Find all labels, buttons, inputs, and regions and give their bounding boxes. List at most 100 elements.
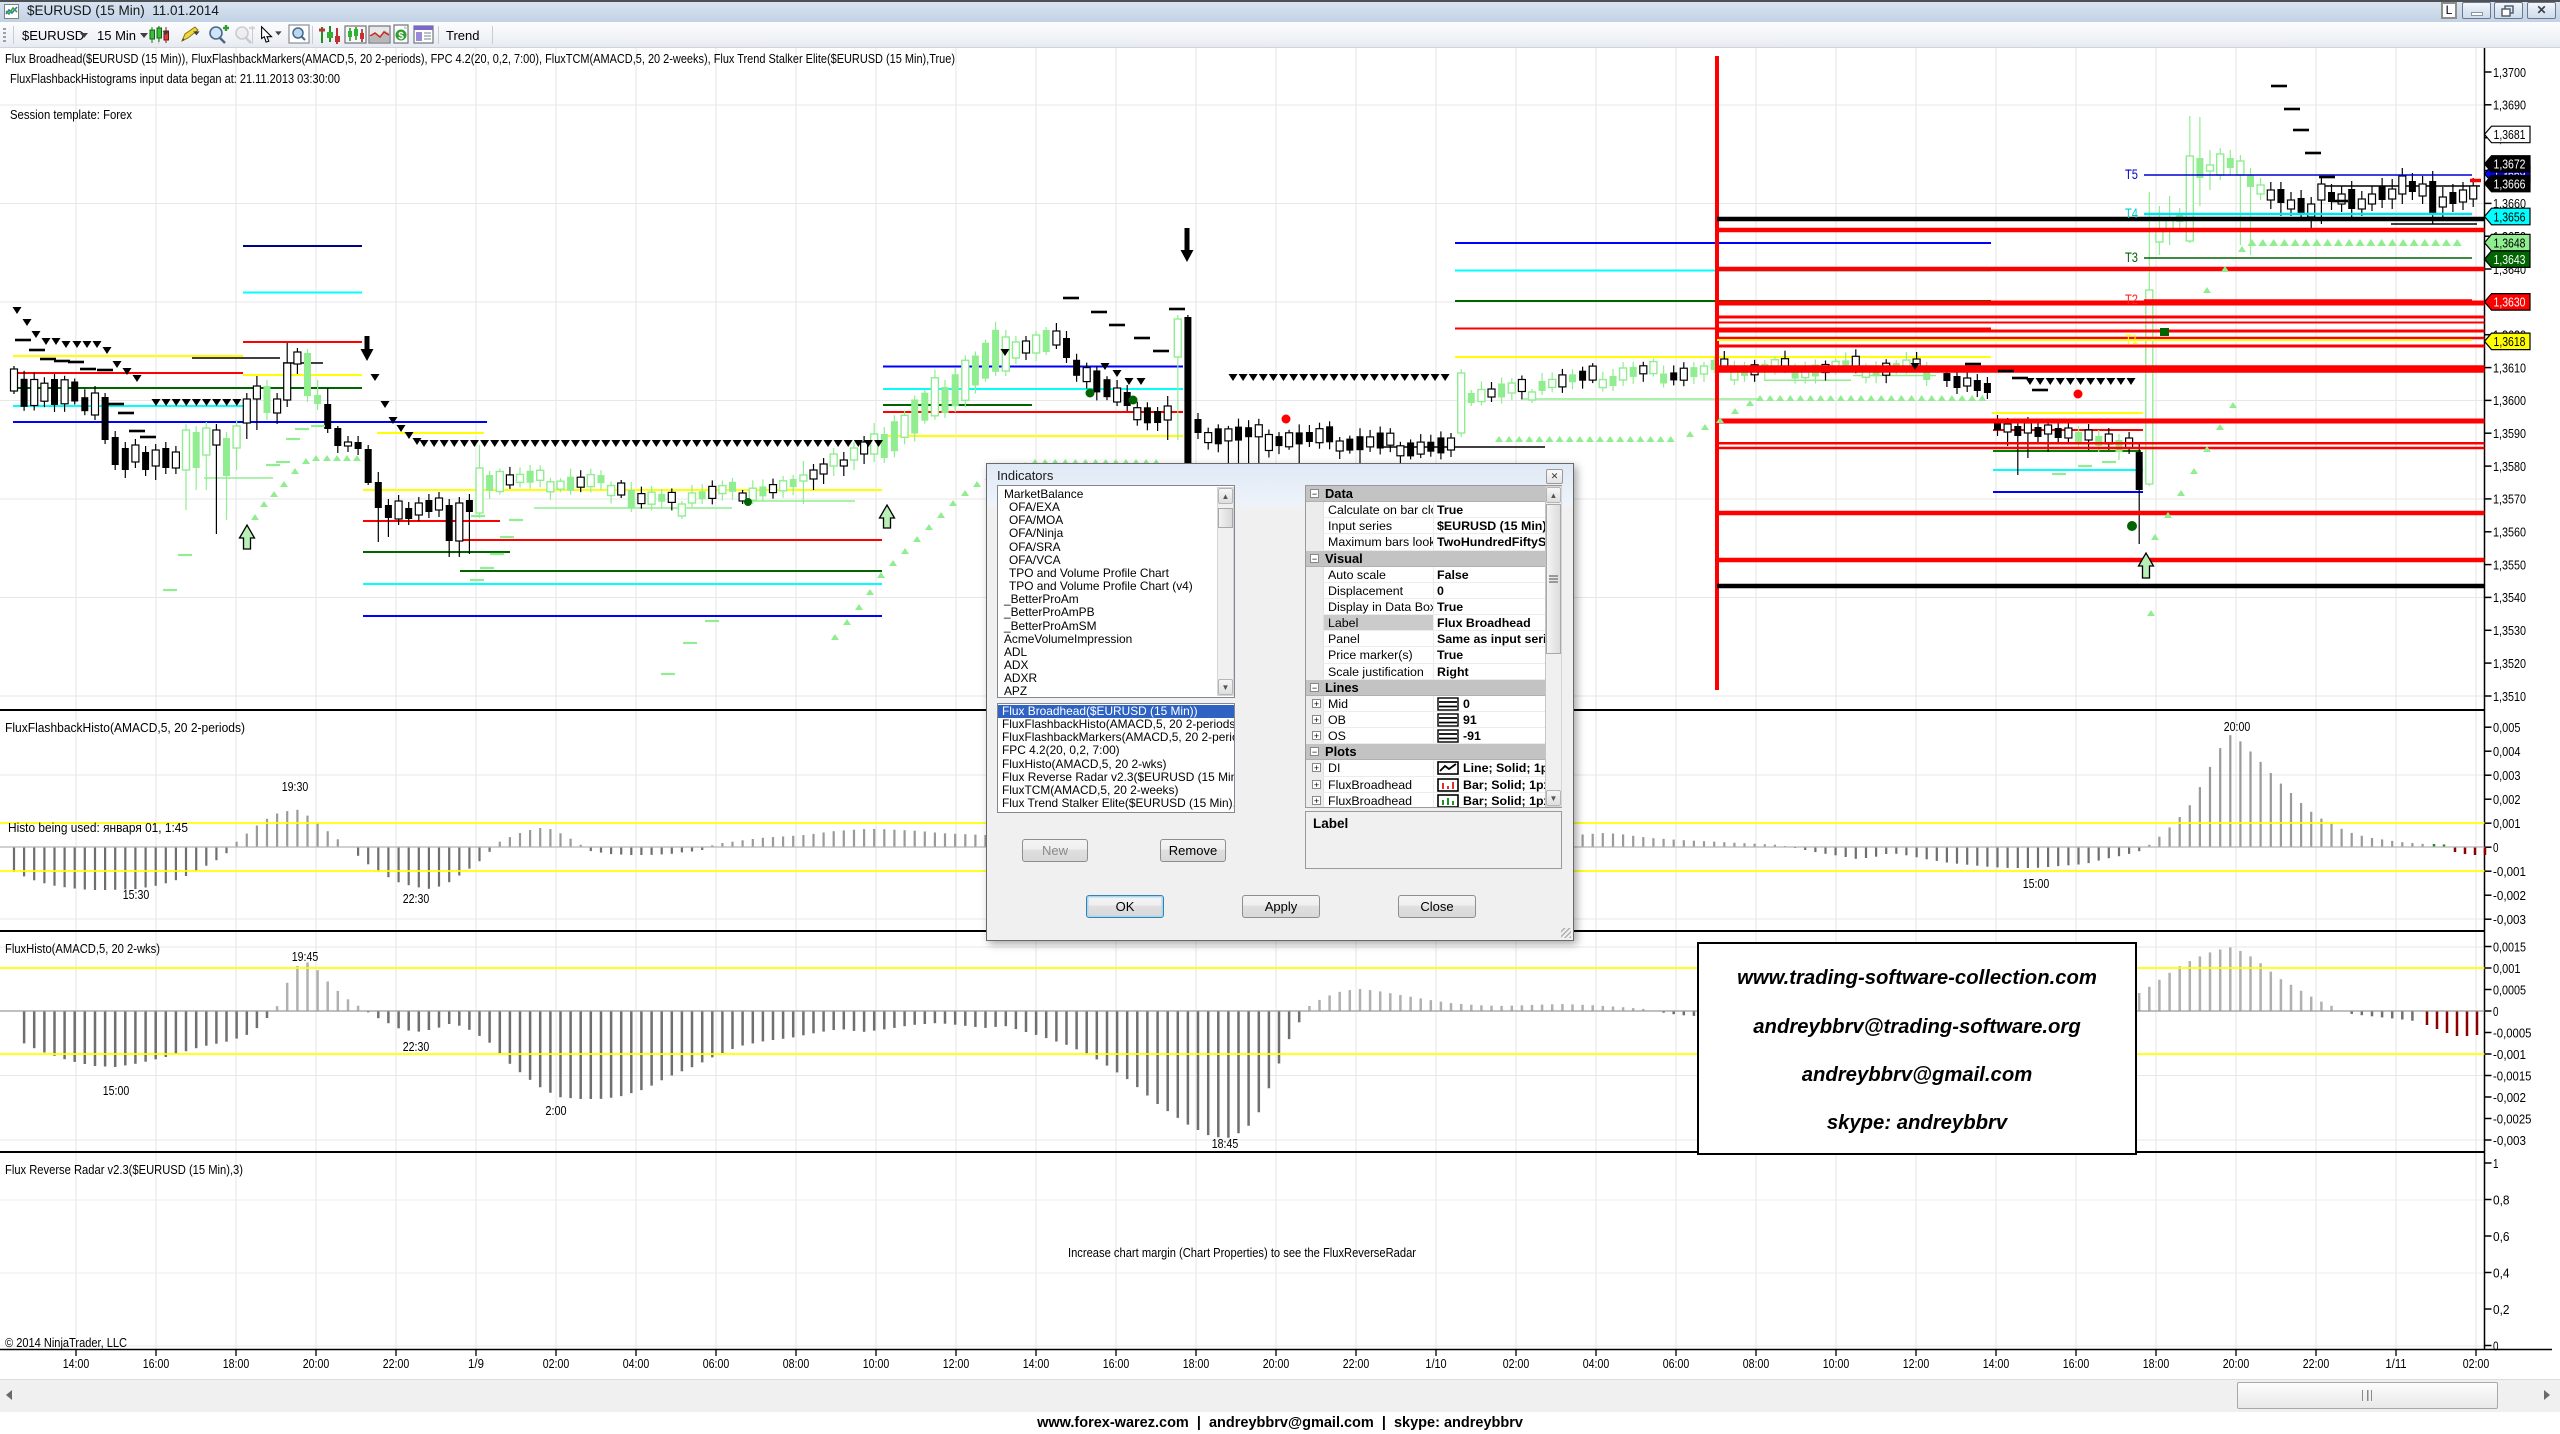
svg-text:14:00: 14:00 <box>1023 1356 1050 1371</box>
svg-text:22:00: 22:00 <box>1343 1356 1370 1371</box>
svg-text:18:00: 18:00 <box>1183 1356 1210 1371</box>
svg-text:-0,002: -0,002 <box>2493 888 2526 903</box>
svg-text:-0,0015: -0,0015 <box>2493 1068 2532 1083</box>
svg-text:1/11: 1/11 <box>2385 1356 2406 1371</box>
svg-text:0,002: 0,002 <box>2493 792 2521 807</box>
svg-text:-0,001: -0,001 <box>2493 864 2526 879</box>
svg-text:22:00: 22:00 <box>383 1356 410 1371</box>
svg-text:22:00: 22:00 <box>2303 1356 2330 1371</box>
svg-text:T4: T4 <box>2125 206 2138 221</box>
svg-text:1,3560: 1,3560 <box>2493 525 2526 540</box>
svg-text:T1: T1 <box>2125 332 2138 347</box>
svg-text:10:00: 10:00 <box>863 1356 890 1371</box>
svg-text:12:00: 12:00 <box>1903 1356 1930 1371</box>
svg-text:06:00: 06:00 <box>703 1356 730 1371</box>
svg-text:20:00: 20:00 <box>1263 1356 1290 1371</box>
svg-text:$: $ <box>398 31 404 42</box>
svg-text:02:00: 02:00 <box>543 1356 570 1371</box>
svg-text:1/10: 1/10 <box>1425 1356 1446 1371</box>
svg-text:FluxFlashbackHisto(AMACD,5, 20: FluxFlashbackHisto(AMACD,5, 20 2-periods… <box>5 720 245 735</box>
svg-text:02:00: 02:00 <box>1503 1356 1530 1371</box>
svg-text:10:00: 10:00 <box>1823 1356 1850 1371</box>
svg-text:15:00: 15:00 <box>103 1083 130 1098</box>
svg-text:-0,0005: -0,0005 <box>2493 1025 2532 1040</box>
svg-text:22:30: 22:30 <box>403 891 430 906</box>
svg-text:0,001: 0,001 <box>2493 961 2521 976</box>
svg-text:1,3540: 1,3540 <box>2493 590 2526 605</box>
svg-text:08:00: 08:00 <box>783 1356 810 1371</box>
svg-text:0,0015: 0,0015 <box>2493 939 2526 954</box>
svg-text:0: 0 <box>2493 1004 2499 1019</box>
svg-text:12:00: 12:00 <box>943 1356 970 1371</box>
svg-text:1,3681: 1,3681 <box>2494 127 2526 142</box>
svg-text:20:00: 20:00 <box>303 1356 330 1371</box>
svg-text:1,3510: 1,3510 <box>2493 689 2526 704</box>
svg-text:1,3600: 1,3600 <box>2493 393 2526 408</box>
svg-text:08:00: 08:00 <box>1743 1356 1770 1371</box>
svg-text:06:00: 06:00 <box>1663 1356 1690 1371</box>
svg-text:© 2014 NinjaTrader, LLC: © 2014 NinjaTrader, LLC <box>5 1335 127 1350</box>
svg-text:FluxHisto(AMACD,5, 20 2-wks): FluxHisto(AMACD,5, 20 2-wks) <box>5 941 160 956</box>
svg-text:1,3580: 1,3580 <box>2493 459 2526 474</box>
svg-text:-0,0025: -0,0025 <box>2493 1111 2532 1126</box>
svg-text:-0,002: -0,002 <box>2493 1090 2526 1105</box>
svg-text:1,3618: 1,3618 <box>2494 334 2526 349</box>
svg-text:Increase chart margin (Chart P: Increase chart margin (Chart Properties)… <box>1068 1245 1417 1260</box>
svg-text:1/9: 1/9 <box>468 1356 484 1371</box>
svg-text:1,3610: 1,3610 <box>2493 360 2526 375</box>
svg-text:0,2: 0,2 <box>2493 1302 2510 1317</box>
svg-text:0,8: 0,8 <box>2493 1192 2510 1207</box>
svg-text:19:45: 19:45 <box>292 949 319 964</box>
svg-text:14:00: 14:00 <box>63 1356 90 1371</box>
svg-text:14:00: 14:00 <box>1983 1356 2010 1371</box>
svg-text:04:00: 04:00 <box>623 1356 650 1371</box>
svg-text:16:00: 16:00 <box>1103 1356 1130 1371</box>
svg-text:0,001: 0,001 <box>2493 816 2521 831</box>
svg-text:18:00: 18:00 <box>2143 1356 2170 1371</box>
svg-text:18:00: 18:00 <box>223 1356 250 1371</box>
svg-text:1,3550: 1,3550 <box>2493 557 2526 572</box>
svg-text:15:30: 15:30 <box>123 887 150 902</box>
svg-text:1,3648: 1,3648 <box>2494 236 2526 251</box>
svg-text:22:30: 22:30 <box>403 1039 430 1054</box>
svg-text:0,0005: 0,0005 <box>2493 982 2526 997</box>
svg-text:1,3700: 1,3700 <box>2493 65 2526 80</box>
svg-text:0: 0 <box>2493 1338 2499 1353</box>
svg-text:0: 0 <box>2493 840 2499 855</box>
svg-text:16:00: 16:00 <box>2063 1356 2090 1371</box>
svg-text:0,003: 0,003 <box>2493 768 2521 783</box>
svg-text:0,6: 0,6 <box>2493 1229 2510 1244</box>
svg-text:1,3630: 1,3630 <box>2494 295 2526 310</box>
svg-text:18:45: 18:45 <box>1212 1136 1239 1151</box>
svg-text:02:00: 02:00 <box>2463 1356 2490 1371</box>
svg-text:0,4: 0,4 <box>2493 1265 2510 1280</box>
svg-text:1,3590: 1,3590 <box>2493 426 2526 441</box>
svg-text:1,3690: 1,3690 <box>2493 98 2526 113</box>
svg-text:-0,003: -0,003 <box>2493 912 2526 927</box>
svg-text:-0,003: -0,003 <box>2493 1133 2526 1148</box>
svg-text:Session template: Forex: Session template: Forex <box>10 107 133 122</box>
svg-text:Flux Broadhead($EURUSD (15 Min: Flux Broadhead($EURUSD (15 Min)), FluxFl… <box>5 51 955 66</box>
svg-text:20:00: 20:00 <box>2224 719 2251 734</box>
svg-text:1,3643: 1,3643 <box>2494 252 2526 267</box>
svg-text:T2: T2 <box>2125 292 2138 307</box>
svg-text:1,3570: 1,3570 <box>2493 492 2526 507</box>
svg-text:1,3520: 1,3520 <box>2493 656 2526 671</box>
svg-text:19:30: 19:30 <box>282 779 309 794</box>
svg-text:20:00: 20:00 <box>2223 1356 2250 1371</box>
svg-text:T5: T5 <box>2125 167 2138 182</box>
svg-text:FluxFlashbackHistograms input: FluxFlashbackHistograms input data began… <box>10 71 340 86</box>
svg-text:-0,001: -0,001 <box>2493 1047 2526 1062</box>
svg-text:0,005: 0,005 <box>2493 720 2521 735</box>
svg-text:1,3666: 1,3666 <box>2494 176 2526 191</box>
svg-text:16:00: 16:00 <box>143 1356 170 1371</box>
svg-text:1,3656: 1,3656 <box>2494 209 2526 224</box>
svg-text:1,3672: 1,3672 <box>2494 157 2526 172</box>
svg-text:04:00: 04:00 <box>1583 1356 1610 1371</box>
svg-text:2:00: 2:00 <box>545 1103 566 1118</box>
svg-text:1,3530: 1,3530 <box>2493 623 2526 638</box>
svg-text:Histo being used: января 01, 1: Histo being used: января 01, 1:45 <box>8 820 188 835</box>
svg-text:1: 1 <box>2493 1156 2499 1171</box>
svg-text:Flux Reverse Radar v2.3($EURUS: Flux Reverse Radar v2.3($EURUSD (15 Min)… <box>5 1162 243 1177</box>
svg-text:T3: T3 <box>2125 250 2138 265</box>
